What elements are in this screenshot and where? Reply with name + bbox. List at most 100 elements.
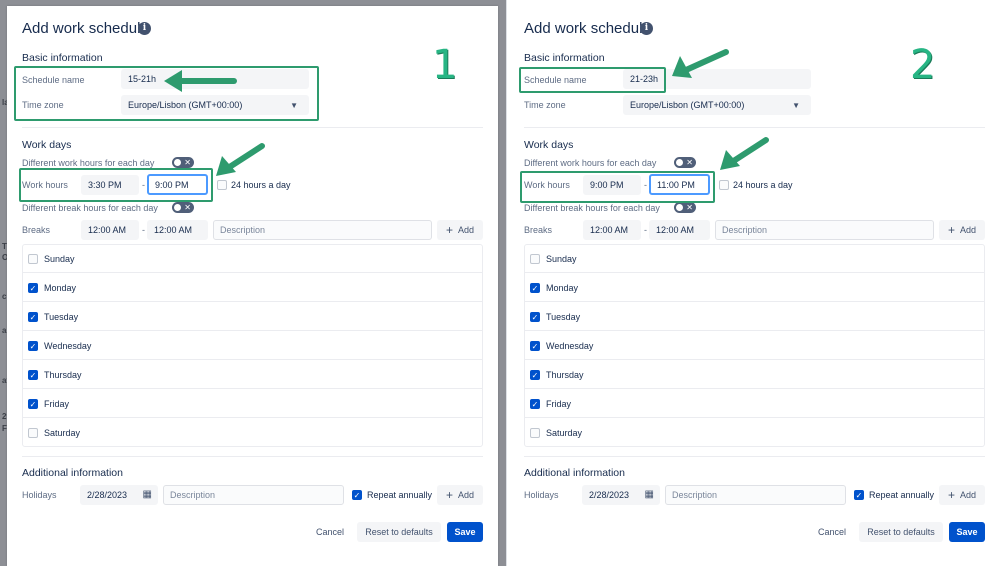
add-break-button[interactable]: + Add (437, 220, 483, 240)
day-checkbox[interactable]: ✓ (530, 398, 540, 409)
break-start-input[interactable]: 12:00 AM (583, 220, 641, 240)
cancel-button[interactable]: Cancel (818, 527, 846, 537)
day-row-thursday[interactable]: ✓ Thursday (23, 361, 482, 389)
day-checkbox[interactable] (28, 253, 38, 264)
holiday-date-input[interactable]: 2/28/2023 ▦ (582, 485, 660, 505)
day-checkbox[interactable] (530, 253, 540, 264)
annotation-arrow-icon (720, 137, 769, 170)
day-label: Tuesday (44, 311, 79, 322)
save-label: Save (956, 527, 978, 537)
break-end-input[interactable]: 12:00 AM (147, 220, 208, 240)
info-icon[interactable]: i (640, 22, 653, 35)
add-holiday-button[interactable]: + Add (939, 485, 985, 505)
range-dash: - (644, 225, 647, 235)
description-placeholder: Description (170, 490, 216, 500)
time-zone-value: Europe/Lisbon (GMT+00:00) (630, 100, 745, 110)
break-start-input[interactable]: 12:00 AM (81, 220, 139, 240)
day-row-thursday[interactable]: ✓ Thursday (525, 361, 984, 389)
add-holiday-button[interactable]: + Add (437, 485, 483, 505)
break-description-input[interactable]: Description (213, 220, 432, 240)
calendar-icon[interactable]: ▦ (645, 489, 654, 500)
day-checkbox[interactable]: ✓ (530, 369, 540, 380)
day-row-wednesday[interactable]: ✓ Wednesday (23, 332, 482, 360)
plus-icon: + (445, 488, 453, 502)
close-icon: ✕ (184, 158, 191, 167)
reset-label: Reset to defaults (365, 527, 433, 537)
holiday-description-input[interactable]: Description (163, 485, 344, 505)
save-button[interactable]: Save (447, 522, 483, 542)
reset-to-defaults-button[interactable]: Reset to defaults (859, 522, 943, 542)
holiday-date-value: 2/28/2023 (87, 490, 128, 500)
day-row-wednesday[interactable]: ✓ Wednesday (525, 332, 984, 360)
section-additional-information: Additional information (524, 467, 625, 479)
day-label: Thursday (546, 369, 584, 380)
day-checkbox[interactable]: ✓ (530, 282, 540, 293)
repeat-annually-label: Repeat annually (367, 490, 433, 500)
day-row-tuesday[interactable]: ✓ Tuesday (23, 303, 482, 331)
plus-icon: + (947, 488, 955, 502)
all-day-checkbox[interactable] (719, 180, 729, 190)
break-start-value: 12:00 AM (590, 225, 629, 235)
annotation-number-2: 2 (910, 42, 936, 88)
day-checkbox[interactable]: ✓ (28, 282, 38, 293)
day-checkbox[interactable]: ✓ (530, 311, 540, 322)
day-row-sunday[interactable]: Sunday (525, 245, 984, 273)
day-row-saturday[interactable]: Saturday (23, 419, 482, 447)
all-day-checkbox[interactable] (217, 180, 227, 190)
save-button[interactable]: Save (949, 522, 985, 542)
time-zone-select[interactable]: Europe/Lisbon (GMT+00:00) ▼ (623, 95, 811, 115)
different-work-hours-toggle[interactable]: ✕ (172, 157, 194, 168)
annotation-highlight-box (19, 168, 213, 202)
different-work-hours-toggle[interactable]: ✕ (674, 157, 696, 168)
break-start-value: 12:00 AM (88, 225, 127, 235)
range-dash: - (142, 225, 145, 235)
reset-to-defaults-button[interactable]: Reset to defaults (357, 522, 441, 542)
day-row-monday[interactable]: ✓ Monday (525, 274, 984, 302)
day-label: Sunday (44, 253, 75, 264)
toggle-knob (676, 204, 683, 211)
day-checkbox[interactable]: ✓ (28, 398, 38, 409)
day-row-saturday[interactable]: Saturday (525, 419, 984, 447)
day-checkbox[interactable]: ✓ (28, 369, 38, 380)
break-description-input[interactable]: Description (715, 220, 934, 240)
cancel-button[interactable]: Cancel (316, 527, 344, 537)
different-break-hours-toggle[interactable]: ✕ (674, 202, 696, 213)
breaks-label: Breaks (22, 225, 51, 235)
divider (22, 456, 483, 457)
day-row-friday[interactable]: ✓ Friday (525, 390, 984, 418)
break-end-value: 12:00 AM (154, 225, 193, 235)
holidays-label: Holidays (524, 490, 559, 500)
annotation-number-1: 1 (432, 42, 458, 88)
holiday-description-input[interactable]: Description (665, 485, 846, 505)
dialog-title: Add work schedule (22, 20, 149, 37)
dialog-title: Add work schedule (524, 20, 651, 37)
day-checkbox[interactable]: ✓ (28, 340, 38, 351)
info-icon[interactable]: i (138, 22, 151, 35)
day-row-monday[interactable]: ✓ Monday (23, 274, 482, 302)
day-label: Wednesday (44, 340, 92, 351)
repeat-annually-checkbox[interactable]: ✓ (854, 490, 864, 500)
day-checkbox[interactable]: ✓ (28, 311, 38, 322)
repeat-annually-checkbox[interactable]: ✓ (352, 490, 362, 500)
add-label: Add (960, 225, 977, 235)
add-label: Add (960, 490, 977, 500)
day-checkbox[interactable] (28, 428, 38, 438)
break-end-input[interactable]: 12:00 AM (649, 220, 710, 240)
add-break-button[interactable]: + Add (939, 220, 985, 240)
background-ghost-text: c (2, 292, 7, 301)
holiday-date-input[interactable]: 2/28/2023 ▦ (80, 485, 158, 505)
day-row-sunday[interactable]: Sunday (23, 245, 482, 273)
day-checkbox[interactable] (530, 428, 540, 438)
day-row-tuesday[interactable]: ✓ Tuesday (525, 303, 984, 331)
section-work-days: Work days (22, 139, 72, 151)
day-label: Sunday (546, 253, 577, 264)
day-label: Tuesday (546, 311, 581, 322)
day-checkbox[interactable]: ✓ (530, 340, 540, 351)
calendar-icon[interactable]: ▦ (143, 489, 152, 500)
holiday-date-value: 2/28/2023 (589, 490, 630, 500)
different-break-hours-toggle[interactable]: ✕ (172, 202, 194, 213)
divider (524, 127, 985, 128)
day-row-friday[interactable]: ✓ Friday (23, 390, 482, 418)
day-label: Friday (44, 398, 70, 409)
close-icon: ✕ (686, 158, 693, 167)
